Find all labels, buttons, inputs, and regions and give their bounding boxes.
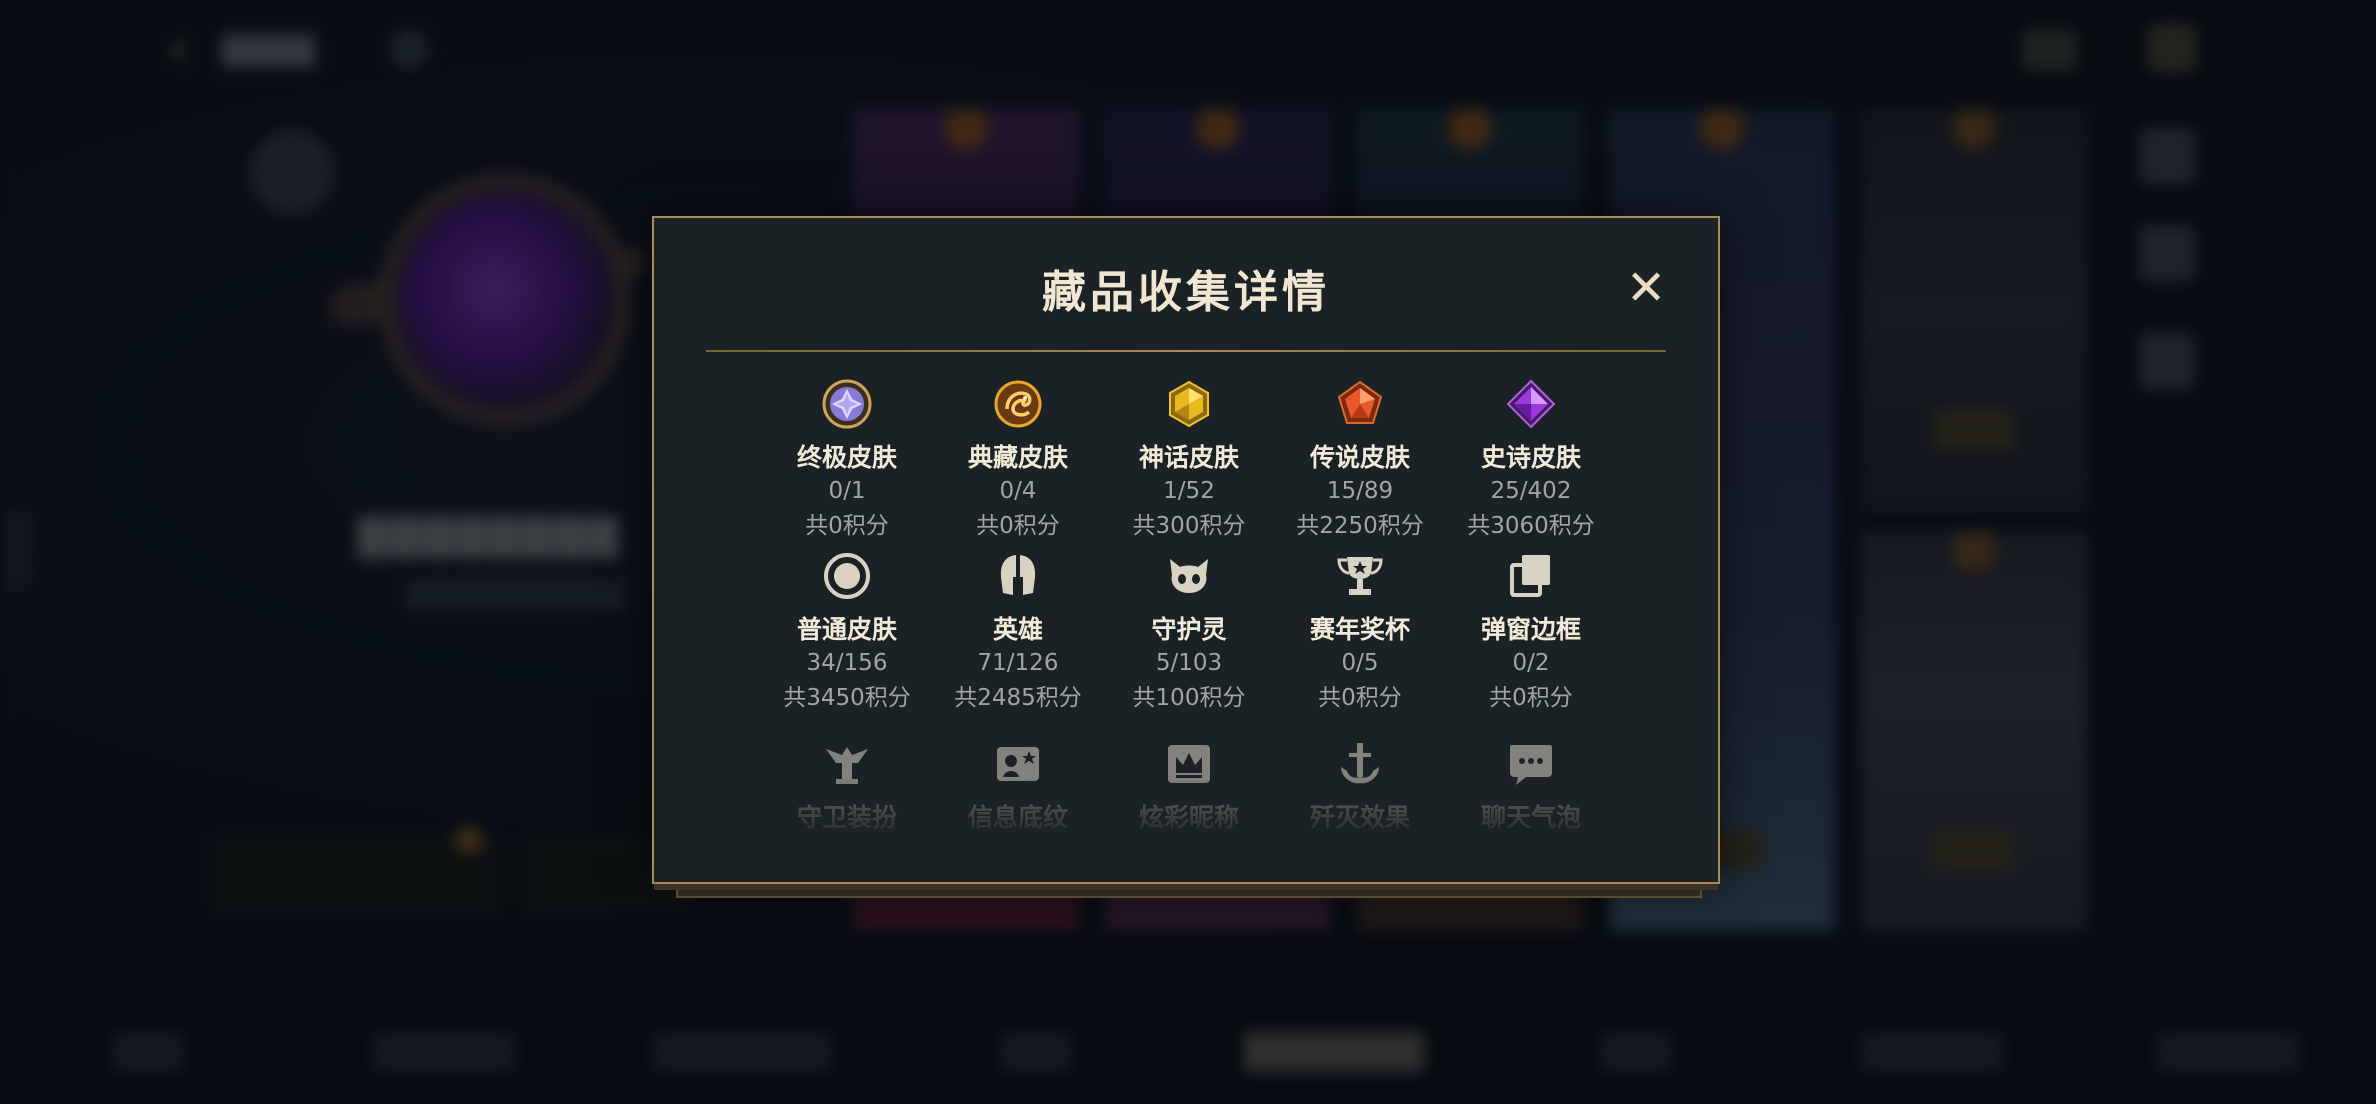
collection-item-ace-effect[interactable]: 歼灭效果 bbox=[1275, 730, 1445, 902]
collection-grid: 终极皮肤 0/1 共0积分 典藏皮肤 0/4 共0积分 神话皮肤 1/52 共3… bbox=[762, 370, 1614, 714]
collection-item-standard[interactable]: 普通皮肤 34/156 共3450积分 bbox=[762, 542, 932, 714]
item-name: 守护灵 bbox=[1151, 615, 1227, 644]
item-name: 聊天气泡 bbox=[1480, 803, 1581, 832]
item-name: 弹窗边框 bbox=[1480, 615, 1581, 644]
collection-item-prestige[interactable]: 典藏皮肤 0/4 共0积分 bbox=[933, 370, 1103, 542]
item-name: 史诗皮肤 bbox=[1480, 443, 1581, 472]
collection-item-ward[interactable]: 守卫装扮 bbox=[762, 730, 932, 902]
item-count: 5/103 bbox=[1155, 650, 1223, 676]
item-count: 0/4 bbox=[999, 478, 1037, 504]
chat-bubble-icon bbox=[1505, 738, 1557, 790]
item-points: 共300积分 bbox=[1132, 513, 1246, 539]
item-points: 共100积分 bbox=[1132, 685, 1246, 711]
legendary-skin-icon bbox=[1334, 378, 1386, 430]
collection-details-modal: 藏品收集详情 ✕ 终极皮肤 0/1 共0积分 典藏皮肤 0/4 共0积分 神话皮… bbox=[652, 216, 1720, 884]
collection-item-legendary[interactable]: 传说皮肤 15/89 共2250积分 bbox=[1275, 370, 1445, 542]
title-divider bbox=[706, 350, 1666, 352]
modal-title: 藏品收集详情 bbox=[1042, 267, 1330, 318]
collection-item-nickname[interactable]: 炫彩昵称 bbox=[1104, 730, 1274, 902]
item-count: 0/1 bbox=[828, 478, 866, 504]
item-points: 共3060积分 bbox=[1467, 513, 1595, 539]
item-points: 共0积分 bbox=[805, 513, 889, 539]
ace-effect-icon bbox=[1334, 738, 1386, 790]
item-name: 神话皮肤 bbox=[1138, 443, 1239, 472]
item-name: 信息底纹 bbox=[967, 803, 1068, 832]
item-name: 普通皮肤 bbox=[796, 615, 897, 644]
prestige-skin-icon bbox=[992, 378, 1044, 430]
item-count: 1/52 bbox=[1163, 478, 1215, 504]
collection-item-trophy[interactable]: 赛年奖杯 0/5 共0积分 bbox=[1275, 542, 1445, 714]
little-legend-icon bbox=[1163, 550, 1215, 602]
item-name: 炫彩昵称 bbox=[1138, 803, 1239, 832]
collection-grid-row-3: 守卫装扮 信息底纹 炫彩昵称 歼灭效果 聊天气泡 bbox=[762, 730, 1614, 902]
item-name: 传说皮肤 bbox=[1309, 443, 1410, 472]
mythic-skin-icon bbox=[1163, 378, 1215, 430]
item-name: 终极皮肤 bbox=[796, 443, 897, 472]
item-count: 0/5 bbox=[1341, 650, 1379, 676]
item-name: 歼灭效果 bbox=[1309, 803, 1410, 832]
trophy-icon bbox=[1334, 550, 1386, 602]
collection-item-mythic[interactable]: 神话皮肤 1/52 共300积分 bbox=[1104, 370, 1274, 542]
epic-skin-icon bbox=[1505, 378, 1557, 430]
close-icon[interactable]: ✕ bbox=[1626, 264, 1666, 312]
collection-item-champion[interactable]: 英雄 71/126 共2485积分 bbox=[933, 542, 1103, 714]
standard-skin-icon bbox=[821, 550, 873, 602]
item-points: 共2485积分 bbox=[954, 685, 1082, 711]
item-points: 共0积分 bbox=[1489, 685, 1573, 711]
item-points: 共0积分 bbox=[1318, 685, 1402, 711]
item-name: 守卫装扮 bbox=[796, 803, 897, 832]
collection-item-epic[interactable]: 史诗皮肤 25/402 共3060积分 bbox=[1446, 370, 1616, 542]
item-points: 共0积分 bbox=[976, 513, 1060, 539]
item-count: 34/156 bbox=[806, 650, 888, 676]
popup-frame-icon bbox=[1505, 550, 1557, 602]
banner-icon bbox=[992, 738, 1044, 790]
item-name: 英雄 bbox=[992, 615, 1043, 644]
collection-item-banner[interactable]: 信息底纹 bbox=[933, 730, 1103, 902]
collection-item-chat-bubble[interactable]: 聊天气泡 bbox=[1446, 730, 1616, 902]
ward-skin-icon bbox=[821, 738, 873, 790]
item-points: 共2250积分 bbox=[1296, 513, 1424, 539]
ultimate-skin-icon bbox=[821, 378, 873, 430]
collection-item-little-legend[interactable]: 守护灵 5/103 共100积分 bbox=[1104, 542, 1274, 714]
item-points: 共3450积分 bbox=[783, 685, 911, 711]
champion-helmet-icon bbox=[992, 550, 1044, 602]
item-count: 15/89 bbox=[1326, 478, 1394, 504]
item-count: 25/402 bbox=[1490, 478, 1572, 504]
item-count: 71/126 bbox=[977, 650, 1059, 676]
collection-item-ultimate[interactable]: 终极皮肤 0/1 共0积分 bbox=[762, 370, 932, 542]
collection-item-popup-frame[interactable]: 弹窗边框 0/2 共0积分 bbox=[1446, 542, 1616, 714]
item-count: 0/2 bbox=[1512, 650, 1550, 676]
nickname-icon bbox=[1163, 738, 1215, 790]
item-name: 赛年奖杯 bbox=[1309, 615, 1410, 644]
item-name: 典藏皮肤 bbox=[967, 443, 1068, 472]
